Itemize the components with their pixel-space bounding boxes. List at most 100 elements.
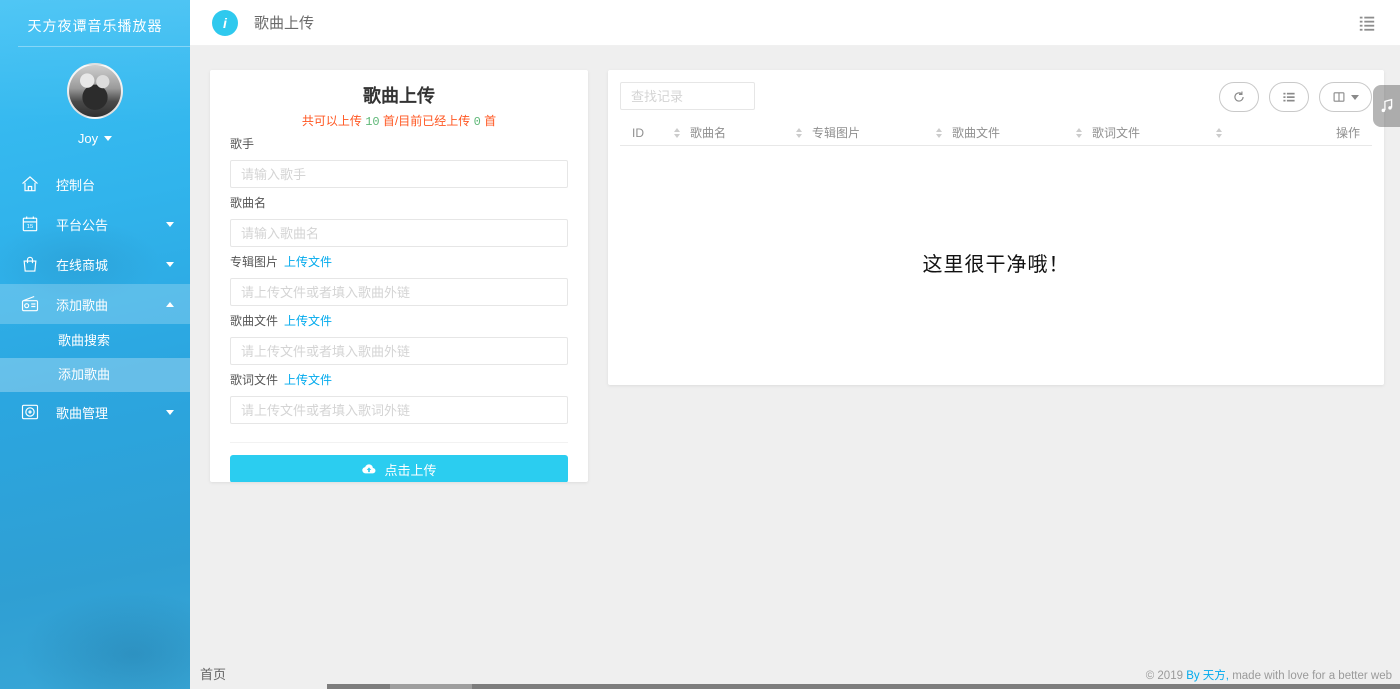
form-divider: [230, 442, 568, 443]
sort-icon[interactable]: [1076, 128, 1082, 138]
table-toolbar-row: [620, 82, 1372, 112]
quota-text: 首: [481, 114, 496, 128]
refresh-icon: [1232, 90, 1246, 104]
sidebar-menu: 控制台 15 平台公告 在线: [0, 164, 190, 432]
sort-icon[interactable]: [796, 128, 802, 138]
music-player-toggle[interactable]: [1373, 85, 1400, 127]
sidebar-subitem-add-song[interactable]: 添加歌曲: [0, 358, 190, 392]
sort-icon[interactable]: [936, 128, 942, 138]
page-title: 歌曲上传: [254, 12, 314, 33]
mini-player-bar[interactable]: [327, 684, 1400, 689]
sort-icon[interactable]: [1216, 128, 1222, 138]
view-list-icon: [1282, 90, 1296, 104]
refresh-button[interactable]: [1219, 82, 1259, 112]
sidebar-item-label: 控制台: [56, 175, 95, 194]
column-header-song-name: 歌曲名: [690, 124, 726, 141]
table-header-row: ID 歌曲名 专辑图片 歌曲文件 歌词文件: [620, 120, 1372, 146]
chevron-down-icon: [166, 222, 174, 227]
avatar[interactable]: [67, 63, 123, 119]
topbar: i 歌曲上传: [190, 0, 1400, 46]
sidebar-item-song-manage[interactable]: 歌曲管理: [0, 392, 190, 432]
field-album-image: 专辑图片上传文件: [230, 255, 568, 306]
submit-label: 点击上传: [384, 460, 436, 479]
sidebar-item-label: 歌曲管理: [56, 403, 108, 422]
quota-total: 10: [365, 115, 379, 129]
main-content: 歌曲上传 共可以上传 10 首/目前已经上传 0 首 歌手 歌曲名 专辑图片上传…: [190, 46, 1400, 689]
field-singer: 歌手: [230, 137, 568, 188]
copyright-prefix: © 2019: [1146, 670, 1186, 682]
chevron-down-icon: [166, 410, 174, 415]
song-name-input[interactable]: [230, 219, 568, 247]
sidebar-subitem-song-search[interactable]: 歌曲搜索: [0, 324, 190, 358]
home-icon: [20, 174, 40, 194]
form-title: 歌曲上传: [230, 70, 568, 108]
sidebar-item-console[interactable]: 控制台: [0, 164, 190, 204]
shop-icon: [20, 254, 40, 274]
field-label: 歌曲文件: [230, 314, 278, 328]
column-header-actions: 操作: [1336, 124, 1360, 141]
sidebar: 天方夜谭音乐播放器 Joy 控制台: [0, 0, 190, 689]
quota-text: 共可以上传: [302, 114, 365, 128]
calendar-icon: 15: [20, 214, 40, 234]
footer-home-link[interactable]: 首页: [200, 664, 226, 683]
sidebar-item-announcements[interactable]: 15 平台公告: [0, 204, 190, 244]
album-image-input[interactable]: [230, 278, 568, 306]
chevron-up-icon: [166, 302, 174, 307]
upload-form-card: 歌曲上传 共可以上传 10 首/目前已经上传 0 首 歌手 歌曲名 专辑图片上传…: [210, 70, 588, 482]
album-upload-link[interactable]: 上传文件: [284, 255, 332, 269]
page: 天方夜谭音乐播放器 Joy 控制台: [0, 0, 1400, 689]
column-header-song-file: 歌曲文件: [952, 124, 1000, 141]
cloud-upload-icon: [361, 461, 377, 477]
disc-icon: [20, 402, 40, 422]
lyric-file-input[interactable]: [230, 396, 568, 424]
sidebar-item-label: 平台公告: [56, 215, 108, 234]
footer: 首页 © 2019 By 天方, made with love for a be…: [200, 664, 1392, 683]
search-input[interactable]: [620, 82, 755, 110]
user-panel: Joy: [0, 63, 190, 146]
svg-text:15: 15: [27, 224, 33, 230]
sidebar-divider: [18, 46, 190, 47]
field-label: 专辑图片: [230, 255, 278, 269]
field-song-file: 歌曲文件上传文件: [230, 314, 568, 365]
song-file-upload-link[interactable]: 上传文件: [284, 314, 332, 328]
song-file-input[interactable]: [230, 337, 568, 365]
quota-uploaded: 0: [474, 115, 481, 129]
chevron-down-icon: [104, 136, 112, 141]
sidebar-item-label: 歌曲搜索: [58, 333, 110, 348]
records-table-card: ID 歌曲名 专辑图片 歌曲文件 歌词文件: [608, 70, 1384, 385]
list-icon[interactable]: [1358, 14, 1376, 32]
chevron-down-icon: [166, 262, 174, 267]
sidebar-item-label: 添加歌曲: [56, 295, 108, 314]
footer-copyright: © 2019 By 天方, made with love for a bette…: [1146, 667, 1392, 683]
copyright-suffix: made with love for a better web: [1229, 670, 1392, 682]
table-toolbar: [1219, 82, 1372, 112]
field-lyric-file: 歌词文件上传文件: [230, 373, 568, 424]
field-song-name: 歌曲名: [230, 196, 568, 247]
columns-icon: [1332, 90, 1346, 104]
sidebar-item-shop[interactable]: 在线商城: [0, 244, 190, 284]
radio-icon: [20, 294, 40, 314]
field-label: 歌手: [230, 137, 568, 151]
column-header-lyric-file: 歌词文件: [1092, 124, 1140, 141]
column-header-album-image: 专辑图片: [812, 124, 860, 141]
field-label: 歌词文件: [230, 373, 278, 387]
lyric-file-upload-link[interactable]: 上传文件: [284, 373, 332, 387]
user-dropdown[interactable]: Joy: [0, 131, 190, 146]
info-icon: i: [212, 10, 238, 36]
music-note-icon: [1377, 96, 1397, 116]
empty-state-text: 这里很干净哦！: [608, 248, 1384, 277]
field-label: 歌曲名: [230, 196, 568, 210]
upload-submit-button[interactable]: 点击上传: [230, 455, 568, 482]
sidebar-item-add-song-group[interactable]: 添加歌曲: [0, 284, 190, 324]
sidebar-item-label: 在线商城: [56, 255, 108, 274]
sort-icon[interactable]: [674, 128, 680, 138]
player-progress-segment: [390, 684, 472, 689]
singer-input[interactable]: [230, 160, 568, 188]
user-name: Joy: [78, 131, 98, 146]
columns-button[interactable]: [1319, 82, 1372, 112]
view-list-button[interactable]: [1269, 82, 1309, 112]
app-title: 天方夜谭音乐播放器: [0, 0, 190, 46]
column-header-id: ID: [632, 126, 644, 140]
author-link[interactable]: By 天方,: [1186, 670, 1229, 682]
chevron-down-icon: [1351, 95, 1359, 100]
